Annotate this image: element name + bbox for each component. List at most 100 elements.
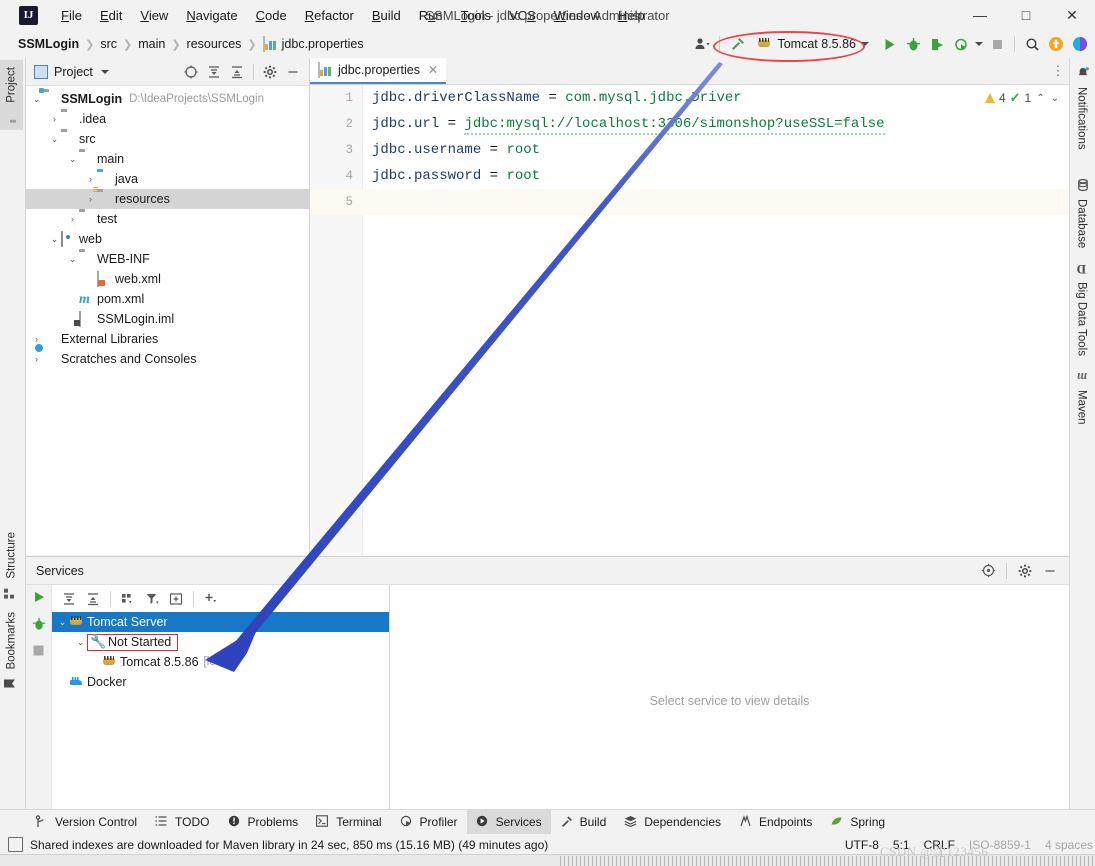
- menu-build[interactable]: Build: [363, 4, 410, 27]
- hide-panel-icon[interactable]: [282, 61, 304, 83]
- bottom-bar-build[interactable]: Build: [551, 810, 616, 834]
- group-by-icon[interactable]: [117, 589, 139, 609]
- stop-service-icon[interactable]: [32, 644, 45, 660]
- menu-run[interactable]: Run: [410, 4, 452, 27]
- tree-row-web-inf[interactable]: ⌄ WEB-INF: [26, 249, 309, 269]
- stop-icon[interactable]: [986, 33, 1008, 55]
- add-service-view-icon[interactable]: [165, 589, 187, 609]
- tree-row-iml[interactable]: SSMLogin.iml: [26, 309, 309, 329]
- tree-row-web-xml[interactable]: web.xml: [26, 269, 309, 289]
- chevron-right-icon[interactable]: ›: [30, 354, 43, 364]
- services-row-docker[interactable]: Docker: [52, 672, 389, 692]
- debug-icon[interactable]: [902, 33, 924, 55]
- chevron-right-icon[interactable]: ›: [84, 194, 97, 204]
- bottom-bar-terminal[interactable]: Terminal: [307, 810, 390, 834]
- services-row-tomcat-local[interactable]: Tomcat 8.5.86 [local]: [52, 652, 389, 672]
- bottom-bar-version-control[interactable]: Version Control: [26, 810, 146, 834]
- close-button[interactable]: ✕: [1049, 0, 1095, 30]
- chevron-down-icon[interactable]: ⌄: [56, 617, 69, 628]
- collapse-all-icon[interactable]: [226, 61, 248, 83]
- chevron-down-icon[interactable]: ⌄: [74, 637, 87, 648]
- settings-sync-icon[interactable]: [691, 33, 713, 55]
- chevron-down-icon[interactable]: ⌄: [48, 134, 61, 145]
- tree-row-scratches[interactable]: › Scratches and Consoles: [26, 349, 309, 369]
- menu-vcs[interactable]: VCS: [500, 4, 545, 27]
- menu-file[interactable]: File: [52, 4, 91, 27]
- menu-edit[interactable]: Edit: [91, 4, 131, 27]
- breadcrumb-item-main[interactable]: main: [134, 35, 169, 53]
- chevron-down-icon[interactable]: ⌄: [66, 154, 79, 165]
- chevron-right-icon[interactable]: ›: [66, 214, 79, 224]
- tree-row-test[interactable]: › test: [26, 209, 309, 229]
- status-caret-position[interactable]: 5:1: [893, 838, 910, 852]
- tree-row-idea[interactable]: › .idea: [26, 109, 309, 129]
- rail-button-project[interactable]: Project: [0, 60, 23, 130]
- chevron-down-icon[interactable]: ⌄: [66, 254, 79, 265]
- profile-icon[interactable]: [950, 33, 972, 55]
- status-encoding[interactable]: UTF-8: [845, 838, 879, 852]
- minimize-button[interactable]: —: [957, 0, 1003, 30]
- rail-button-big-data-tools[interactable]: D Big Data Tools: [1070, 255, 1093, 363]
- tree-row-resources[interactable]: › resources: [26, 189, 309, 209]
- rail-button-maven[interactable]: m Maven: [1070, 363, 1093, 432]
- breadcrumb-item-project[interactable]: SSMLogin: [14, 35, 83, 53]
- search-everywhere-icon[interactable]: [1021, 33, 1043, 55]
- services-row-not-started[interactable]: ⌄ 🔧 Not Started: [52, 632, 389, 652]
- editor-options-icon[interactable]: ⋮: [1047, 58, 1069, 84]
- editor-tab-jdbc-properties[interactable]: jdbc.properties ✕: [310, 58, 447, 84]
- run-icon[interactable]: [878, 33, 900, 55]
- chevron-right-icon[interactable]: ›: [48, 114, 61, 124]
- rail-button-notifications[interactable]: Notifications: [1070, 60, 1093, 157]
- tree-row-ssmlogin[interactable]: ⌄ SSMLogin D:\IdeaProjects\SSMLogin: [26, 89, 309, 109]
- close-icon[interactable]: ✕: [428, 63, 438, 77]
- status-file-encoding[interactable]: ISO-8859-1: [969, 838, 1031, 852]
- rail-button-structure[interactable]: Structure: [0, 525, 23, 606]
- hide-panel-icon[interactable]: [1039, 560, 1061, 582]
- code-editor[interactable]: 1 2 3 4 5 jdbc.driverClassName = com.mys…: [310, 85, 1069, 556]
- chevron-down-icon[interactable]: ⌄: [30, 94, 43, 105]
- rail-button-database[interactable]: Database: [1070, 172, 1093, 255]
- breadcrumb-item-resources[interactable]: resources: [183, 35, 246, 53]
- rail-button-bookmarks[interactable]: Bookmarks: [0, 605, 23, 697]
- bottom-bar-profiler[interactable]: Profiler: [391, 810, 467, 834]
- debug-service-icon[interactable]: [32, 617, 46, 634]
- expand-all-icon[interactable]: [203, 61, 225, 83]
- tree-row-web[interactable]: ⌄ web: [26, 229, 309, 249]
- run-service-icon[interactable]: [32, 590, 46, 607]
- bottom-bar-endpoints[interactable]: Endpoints: [730, 810, 821, 834]
- services-row-tomcat-server[interactable]: ⌄ Tomcat Server: [52, 612, 389, 632]
- next-problem-icon[interactable]: ⌄: [1050, 93, 1060, 104]
- menu-help[interactable]: Help: [609, 4, 654, 27]
- expand-all-icon[interactable]: [58, 589, 80, 609]
- bottom-bar-dependencies[interactable]: Dependencies: [615, 810, 730, 834]
- gear-icon[interactable]: [259, 61, 281, 83]
- chevron-down-icon[interactable]: [100, 69, 109, 74]
- run-with-coverage-icon[interactable]: [926, 33, 948, 55]
- locate-icon[interactable]: [977, 560, 999, 582]
- menu-code[interactable]: Code: [247, 4, 296, 27]
- collapse-all-icon[interactable]: [82, 589, 104, 609]
- chevron-down-icon[interactable]: [974, 33, 984, 55]
- chevron-right-icon[interactable]: ›: [84, 174, 97, 184]
- breadcrumb-item-file[interactable]: jdbc.properties: [259, 35, 368, 54]
- ide-assistant-icon[interactable]: [1069, 33, 1091, 55]
- gear-icon[interactable]: [1014, 560, 1036, 582]
- scroll-from-source-icon[interactable]: [180, 61, 202, 83]
- previous-problem-icon[interactable]: ⌃: [1035, 93, 1045, 104]
- bottom-bar-problems[interactable]: Problems: [219, 810, 308, 834]
- tree-row-pom-xml[interactable]: m pom.xml: [26, 289, 309, 309]
- tree-row-src[interactable]: ⌄ src: [26, 129, 309, 149]
- maximize-button[interactable]: □: [1003, 0, 1049, 30]
- bottom-bar-spring[interactable]: Spring: [821, 810, 894, 834]
- breadcrumb-item-src[interactable]: src: [96, 35, 121, 53]
- menu-navigate[interactable]: Navigate: [177, 4, 246, 27]
- menu-refactor[interactable]: Refactor: [296, 4, 363, 27]
- menu-view[interactable]: View: [131, 4, 177, 27]
- run-configuration-selector[interactable]: Tomcat 8.5.86: [750, 33, 876, 55]
- inspection-widget[interactable]: 4 ✓ 1 ⌃ ⌄: [984, 90, 1060, 106]
- filter-icon[interactable]: [141, 589, 163, 609]
- status-indent[interactable]: 4 spaces: [1045, 838, 1093, 852]
- status-line-separator[interactable]: CRLF: [924, 838, 955, 852]
- hammer-build-icon[interactable]: [726, 33, 748, 55]
- tree-row-main[interactable]: ⌄ main: [26, 149, 309, 169]
